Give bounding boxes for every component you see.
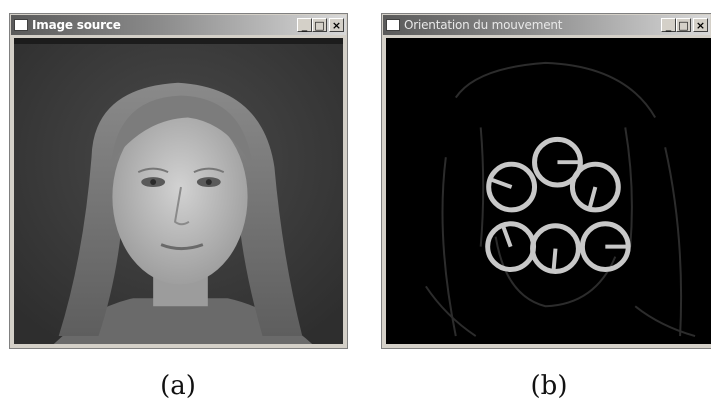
close-button[interactable]: × xyxy=(329,18,344,32)
maximize-button[interactable]: □ xyxy=(676,18,691,32)
maximize-button[interactable]: □ xyxy=(312,18,327,32)
orientation-svg xyxy=(386,38,711,344)
orientation-needle xyxy=(551,248,558,270)
window-icon[interactable] xyxy=(14,19,28,31)
orientation-image xyxy=(386,38,711,344)
minimize-button[interactable]: _ xyxy=(661,18,676,32)
motion-orientation-window: Orientation du mouvement _ □ × xyxy=(381,13,711,349)
face-image xyxy=(14,38,343,344)
window-title: Orientation du mouvement xyxy=(404,18,563,32)
caption-b: (b) xyxy=(530,371,568,401)
title-bar[interactable]: Orientation du mouvement _ □ × xyxy=(383,15,710,35)
title-bar[interactable]: Image source _ □ × xyxy=(11,15,346,35)
close-button[interactable]: × xyxy=(693,18,708,32)
caption-a: (a) xyxy=(160,371,196,401)
window-icon[interactable] xyxy=(386,19,400,31)
image-source-window: Image source _ □ × xyxy=(9,13,348,349)
window-title: Image source xyxy=(32,18,121,32)
minimize-button[interactable]: _ xyxy=(297,18,312,32)
face-photo-svg xyxy=(14,38,343,344)
